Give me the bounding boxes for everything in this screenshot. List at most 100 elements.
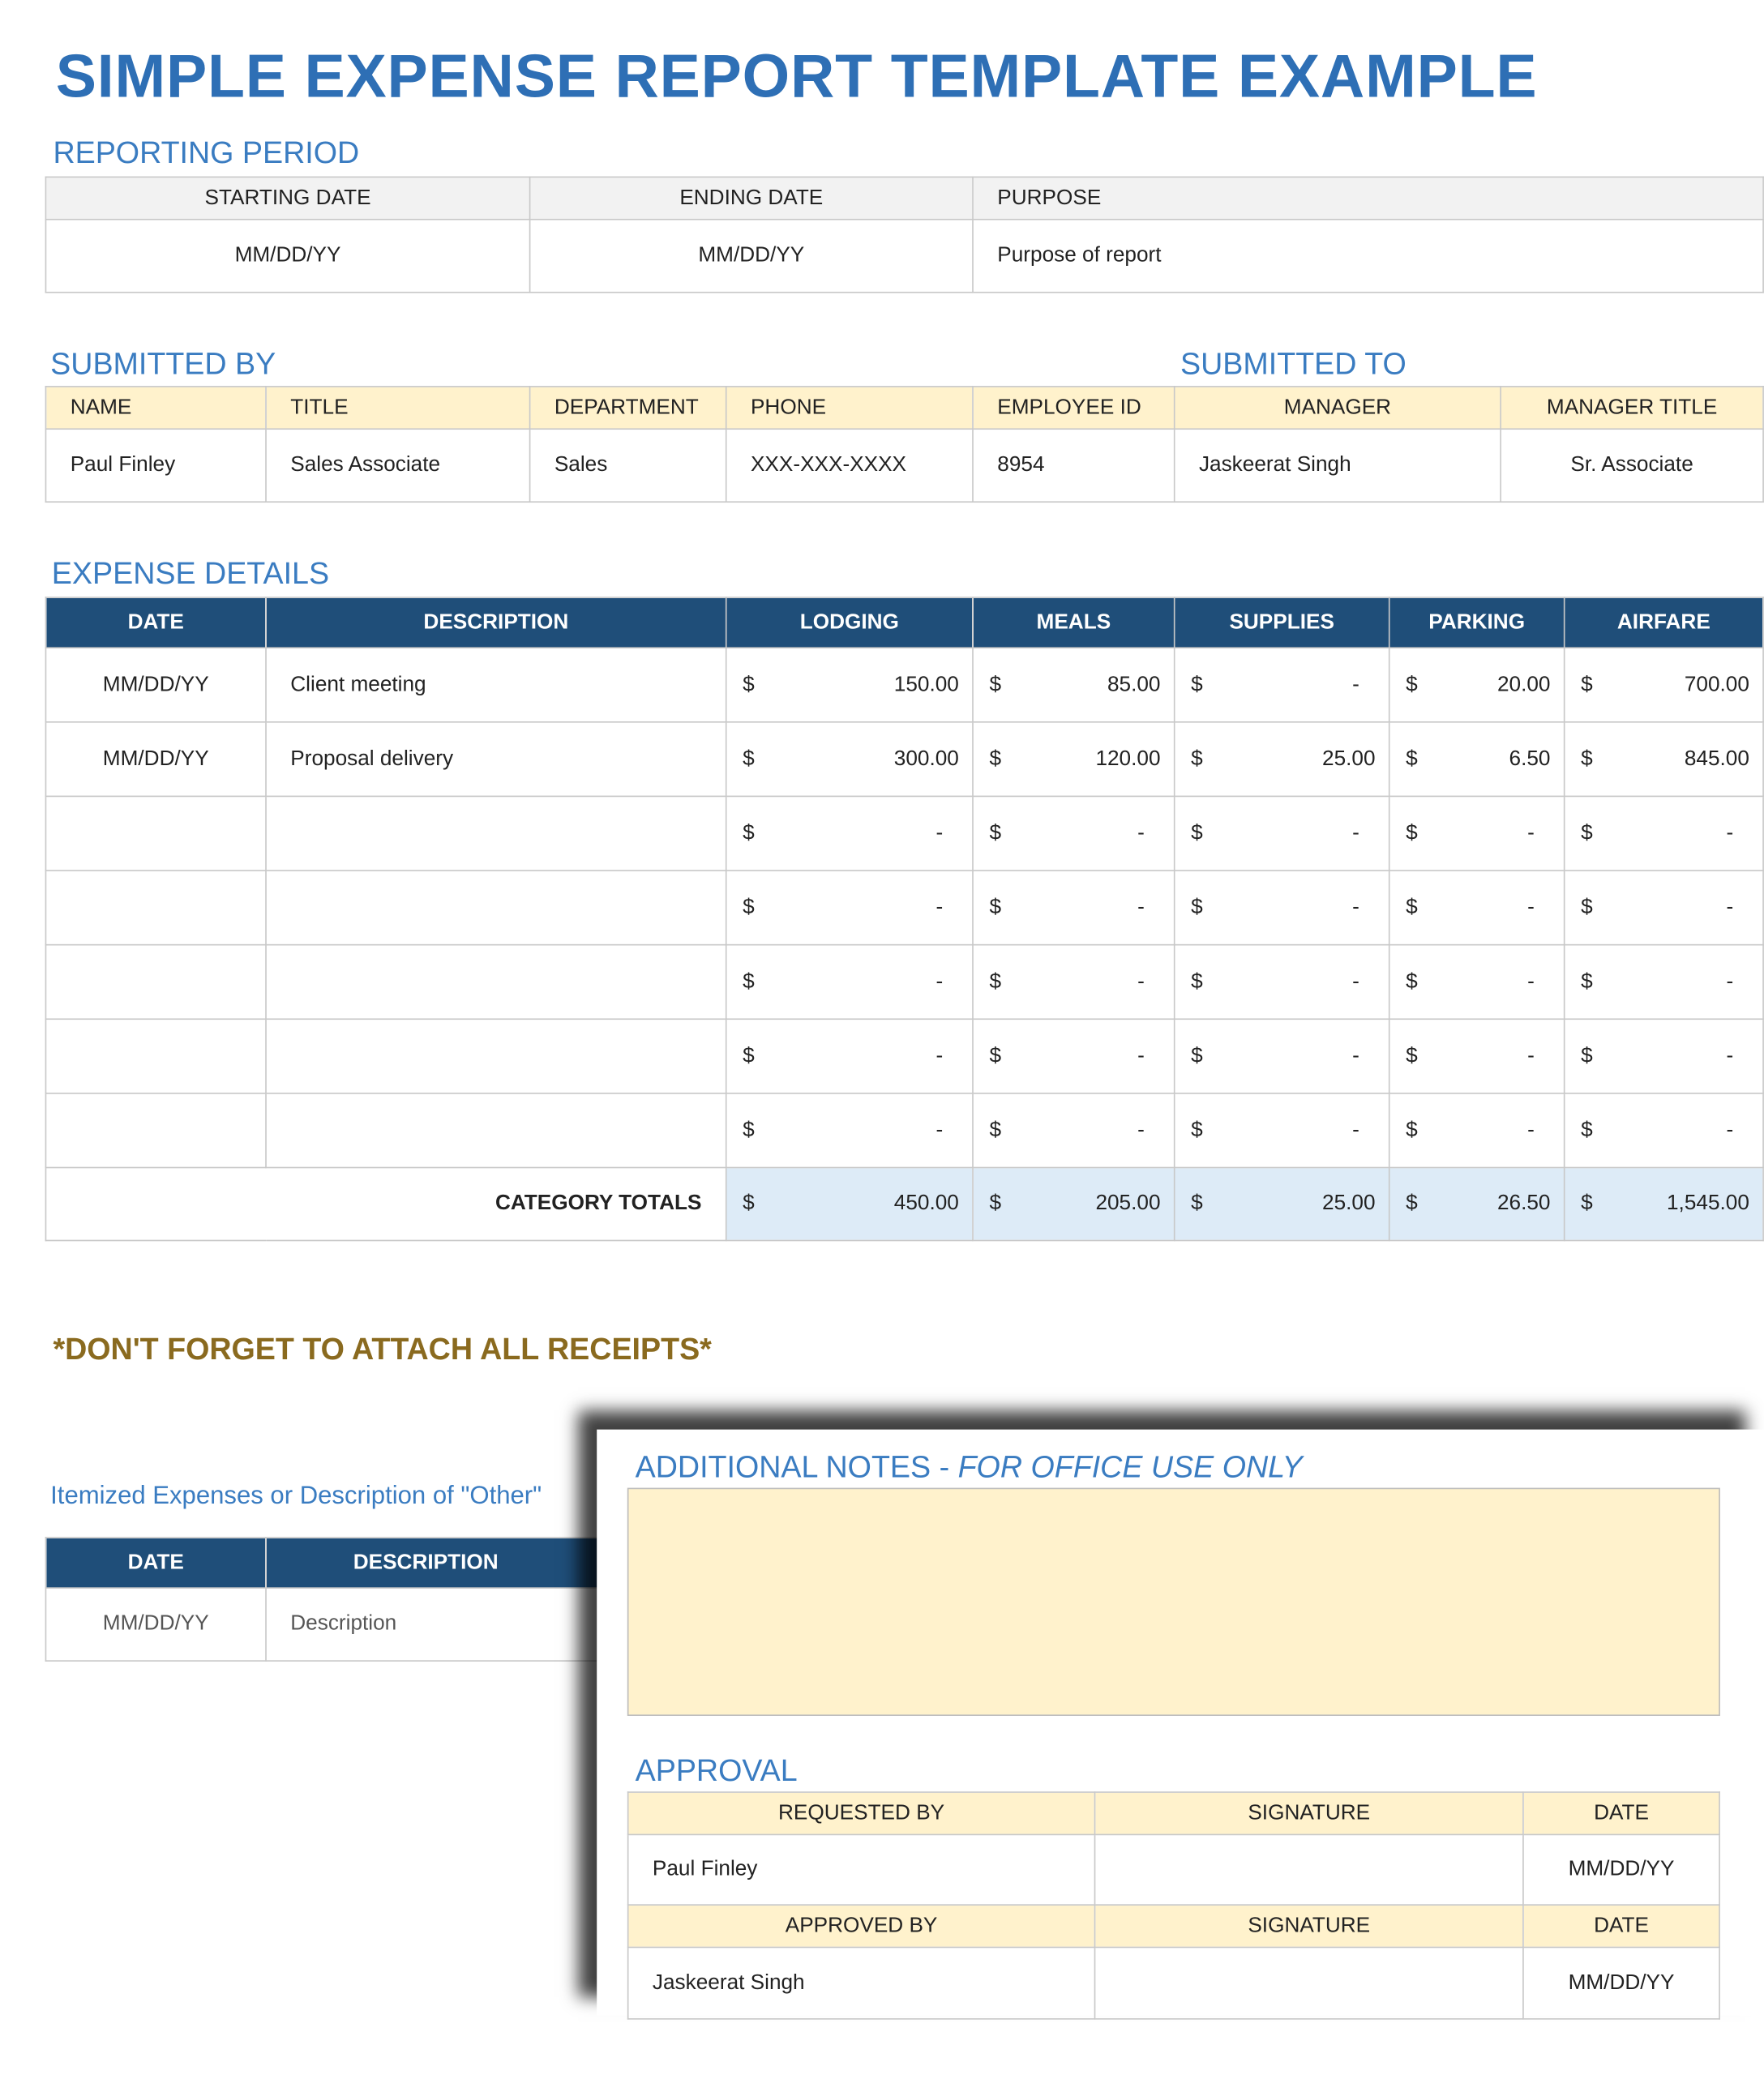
phone-field[interactable]: XXX-XXX-XXXX	[725, 428, 974, 503]
date-field[interactable]	[45, 1018, 267, 1094]
header-supplies: SUPPLIES	[1173, 597, 1390, 649]
reporting-period-label: REPORTING PERIOD	[53, 135, 360, 170]
date-field[interactable]	[45, 943, 267, 1020]
employee-id-field[interactable]: 8954	[972, 428, 1175, 503]
airfare-field[interactable]: $ -	[1563, 943, 1764, 1020]
currency-symbol: $	[1581, 747, 1593, 770]
date-field[interactable]	[45, 795, 267, 871]
parking-field[interactable]: $ -	[1388, 870, 1565, 946]
manager-title-field[interactable]: Sr. Associate	[1500, 428, 1764, 503]
airfare-field[interactable]: $ -	[1563, 1093, 1764, 1169]
supplies-field[interactable]: $ -	[1173, 870, 1390, 946]
notes-label-text: ADDITIONAL NOTES -	[635, 1449, 958, 1484]
amount-value: -	[1726, 1044, 1734, 1067]
header-date: DATE	[1522, 1904, 1720, 1949]
description-field[interactable]: Client meeting	[265, 647, 727, 723]
currency-symbol: $	[1581, 896, 1593, 918]
header-description: DESCRIPTION	[265, 597, 727, 649]
airfare-field[interactable]: $ -	[1563, 1018, 1764, 1094]
department-field[interactable]: Sales	[529, 428, 727, 503]
date-field[interactable]	[45, 1093, 267, 1169]
amount-value: 85.00	[1107, 673, 1161, 696]
parking-field[interactable]: $ -	[1388, 1018, 1565, 1094]
title-field[interactable]: Sales Associate	[265, 428, 531, 503]
ending-date-field[interactable]: MM/DD/YY	[529, 218, 974, 293]
amount-value: -	[936, 1044, 944, 1067]
meals-field[interactable]: $85.00	[972, 647, 1175, 723]
parking-field[interactable]: $ -	[1388, 943, 1565, 1020]
lodging-field[interactable]: $300.00	[725, 721, 974, 798]
date-field[interactable]: MM/DD/YY	[45, 647, 267, 723]
meals-field[interactable]: $120.00	[972, 721, 1175, 798]
amount-value: -	[936, 821, 944, 845]
meals-field[interactable]: $ -	[972, 870, 1175, 946]
meals-field[interactable]: $ -	[972, 943, 1175, 1020]
name-field[interactable]: Paul Finley	[45, 428, 267, 503]
currency-symbol: $	[1406, 673, 1418, 696]
description-field[interactable]	[265, 795, 727, 871]
meals-field[interactable]: $ -	[972, 1018, 1175, 1094]
meals-field[interactable]: $ -	[972, 795, 1175, 871]
lodging-field[interactable]: $150.00	[725, 647, 974, 723]
meals-field[interactable]: $ -	[972, 1093, 1175, 1169]
approved-date-field[interactable]: MM/DD/YY	[1522, 1946, 1720, 2020]
supplies-field[interactable]: $ -	[1173, 795, 1390, 871]
description-field[interactable]	[265, 1018, 727, 1094]
currency-symbol: $	[1191, 1118, 1203, 1141]
supplies-field[interactable]: $ -	[1173, 1018, 1390, 1094]
amount-value: 120.00	[1095, 747, 1161, 770]
airfare-field[interactable]: $845.00	[1563, 721, 1764, 798]
itemized-date-field[interactable]: MM/DD/YY	[45, 1587, 267, 1662]
expense-row: $ - $ - $ - $ - $ -	[45, 1093, 1764, 1169]
header-title: TITLE	[265, 386, 531, 430]
airfare-field[interactable]: $ -	[1563, 795, 1764, 871]
lodging-field[interactable]: $ -	[725, 1018, 974, 1094]
starting-date-field[interactable]: MM/DD/YY	[45, 218, 531, 293]
approved-by-field[interactable]: Jaskeerat Singh	[627, 1946, 1096, 2020]
parking-field[interactable]: $20.00	[1388, 647, 1565, 723]
expense-row: MM/DD/YY Client meeting $150.00 $85.00 $ - $20…	[45, 647, 1764, 723]
requested-by-field[interactable]: Paul Finley	[627, 1833, 1096, 1906]
header-ending-date: ENDING DATE	[529, 176, 974, 220]
lodging-field[interactable]: $ -	[725, 1093, 974, 1169]
currency-symbol: $	[989, 1044, 1002, 1067]
description-field[interactable]: Proposal delivery	[265, 721, 727, 798]
lodging-field[interactable]: $ -	[725, 795, 974, 871]
lodging-field[interactable]: $ -	[725, 943, 974, 1020]
description-field[interactable]	[265, 870, 727, 946]
amount-value: -	[1726, 821, 1734, 845]
airfare-field[interactable]: $700.00	[1563, 647, 1764, 723]
parking-field[interactable]: $ -	[1388, 795, 1565, 871]
currency-symbol: $	[989, 821, 1002, 845]
expense-details-label: EXPENSE DETAILS	[51, 555, 330, 591]
manager-field[interactable]: Jaskeerat Singh	[1173, 428, 1501, 503]
supplies-field[interactable]: $25.00	[1173, 721, 1390, 798]
lodging-field[interactable]: $ -	[725, 870, 974, 946]
parking-field[interactable]: $6.50	[1388, 721, 1565, 798]
date-field[interactable]	[45, 870, 267, 946]
description-field[interactable]	[265, 943, 727, 1020]
currency-symbol: $	[989, 969, 1002, 993]
header-date: DATE	[45, 597, 267, 649]
currency-symbol: $	[989, 747, 1002, 770]
currency-symbol: $	[1191, 969, 1203, 993]
header-signature: SIGNATURE	[1094, 1791, 1524, 1836]
purpose-field[interactable]: Purpose of report	[972, 218, 1764, 293]
airfare-field[interactable]: $ -	[1563, 870, 1764, 946]
currency-symbol: $	[743, 673, 755, 696]
requested-date-field[interactable]: MM/DD/YY	[1522, 1833, 1720, 1906]
header-requested-by: REQUESTED BY	[627, 1791, 1096, 1836]
submitted-to-label: SUBMITTED TO	[1180, 345, 1406, 381]
additional-notes-field[interactable]	[627, 1487, 1720, 1716]
supplies-field[interactable]: $ -	[1173, 1093, 1390, 1169]
requested-signature-field[interactable]	[1094, 1833, 1524, 1906]
supplies-field[interactable]: $ -	[1173, 943, 1390, 1020]
supplies-field[interactable]: $ -	[1173, 647, 1390, 723]
header-lodging: LODGING	[725, 597, 974, 649]
itemized-description-field[interactable]: Description	[265, 1587, 602, 1662]
description-field[interactable]	[265, 1093, 727, 1169]
date-field[interactable]: MM/DD/YY	[45, 721, 267, 798]
approved-signature-field[interactable]	[1094, 1946, 1524, 2020]
header-date: DATE	[45, 1537, 267, 1589]
parking-field[interactable]: $ -	[1388, 1093, 1565, 1169]
